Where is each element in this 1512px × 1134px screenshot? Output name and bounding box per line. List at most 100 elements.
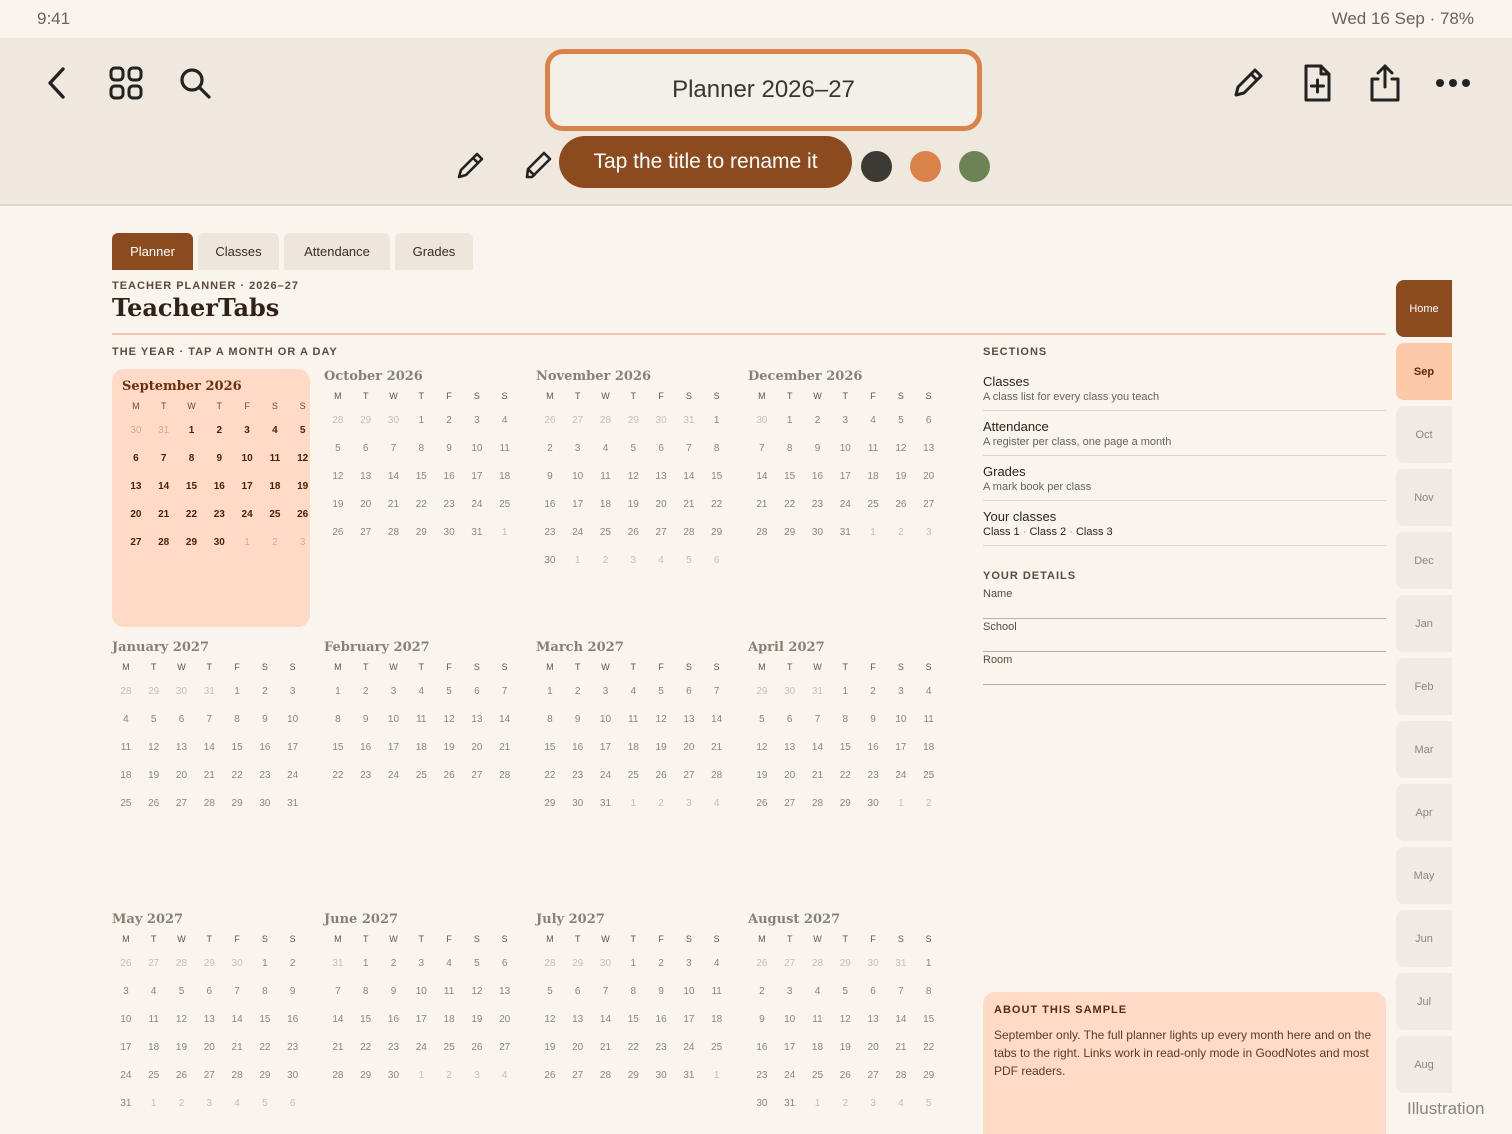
day-cell[interactable]: 2: [748, 986, 776, 1014]
day-cell[interactable]: 15: [619, 1014, 647, 1042]
search-icon[interactable]: [171, 59, 219, 107]
day-cell[interactable]: 10: [564, 471, 592, 499]
day-cell[interactable]: 7: [703, 686, 731, 714]
day-cell[interactable]: 22: [619, 1042, 647, 1070]
day-cell[interactable]: 5: [168, 986, 196, 1014]
day-cell[interactable]: 28: [491, 770, 519, 798]
day-cell[interactable]: 28: [703, 770, 731, 798]
day-cell[interactable]: 6: [647, 443, 675, 471]
day-cell[interactable]: 30: [279, 1070, 307, 1098]
color-swatch-orange[interactable]: [910, 151, 941, 182]
day-cell[interactable]: 10: [831, 443, 859, 471]
day-cell[interactable]: 5: [887, 415, 915, 443]
day-cell[interactable]: 18: [619, 742, 647, 770]
day-cell[interactable]: 13: [776, 742, 804, 770]
day-cell[interactable]: 5: [536, 986, 564, 1014]
side-tab-jul[interactable]: Jul: [1396, 973, 1452, 1030]
day-cell[interactable]: 8: [703, 443, 731, 471]
day-cell[interactable]: 13: [564, 1014, 592, 1042]
day-cell[interactable]: 15: [178, 481, 206, 509]
add-page-icon[interactable]: [1293, 59, 1341, 107]
tab-attendance[interactable]: Attendance: [284, 233, 390, 270]
month-calendar-october-2026[interactable]: October 2026 M T W T F S S 28 29 30 1 2 3 4 5 6 7 8 9 10 11 12…: [324, 369, 524, 555]
day-cell[interactable]: 22: [831, 770, 859, 798]
day-cell[interactable]: 10: [233, 453, 261, 481]
day-cell[interactable]: 29: [831, 798, 859, 826]
day-cell[interactable]: 19: [168, 1042, 196, 1070]
color-swatch-dark[interactable]: [861, 151, 892, 182]
day-cell[interactable]: 18: [140, 1042, 168, 1070]
day-cell[interactable]: 24: [831, 499, 859, 527]
section-link-classes[interactable]: Classes A class list for every class you…: [983, 374, 1386, 411]
day-cell[interactable]: 1: [536, 686, 564, 714]
day-cell[interactable]: 17: [279, 742, 307, 770]
day-cell[interactable]: 22: [178, 509, 206, 537]
day-cell[interactable]: 24: [776, 1070, 804, 1098]
day-cell[interactable]: 16: [380, 1014, 408, 1042]
day-cell[interactable]: 10: [675, 986, 703, 1014]
day-cell[interactable]: 30: [205, 537, 233, 565]
day-cell[interactable]: 30: [435, 527, 463, 555]
day-cell[interactable]: 29: [178, 537, 206, 565]
day-cell[interactable]: 11: [619, 714, 647, 742]
day-cell[interactable]: 21: [380, 499, 408, 527]
day-cell[interactable]: 2: [251, 686, 279, 714]
day-cell[interactable]: 27: [195, 1070, 223, 1098]
day-cell[interactable]: 1: [324, 686, 352, 714]
day-cell[interactable]: 24: [112, 1070, 140, 1098]
day-cell[interactable]: 30: [564, 798, 592, 826]
day-cell[interactable]: 7: [675, 443, 703, 471]
day-cell[interactable]: 15: [324, 742, 352, 770]
day-cell[interactable]: 4: [491, 415, 519, 443]
day-cell[interactable]: 14: [703, 714, 731, 742]
class-link-3[interactable]: Class 3: [1076, 526, 1113, 538]
day-cell[interactable]: 10: [887, 714, 915, 742]
day-cell[interactable]: 31: [831, 527, 859, 555]
day-cell[interactable]: 20: [915, 471, 943, 499]
day-cell[interactable]: 23: [536, 527, 564, 555]
day-cell[interactable]: 23: [564, 770, 592, 798]
day-cell[interactable]: 30: [251, 798, 279, 826]
day-cell[interactable]: 9: [251, 714, 279, 742]
day-cell[interactable]: 3: [564, 443, 592, 471]
day-cell[interactable]: 23: [279, 1042, 307, 1070]
day-cell[interactable]: 8: [324, 714, 352, 742]
month-calendar-april-2027[interactable]: April 2027 M T W T F S S 29 30 31 1 2 3 4 5 6 7 8 9 10 11 12 13…: [748, 640, 948, 826]
day-cell[interactable]: 13: [859, 1014, 887, 1042]
day-cell[interactable]: 12: [619, 471, 647, 499]
day-cell[interactable]: 21: [703, 742, 731, 770]
day-cell[interactable]: 17: [233, 481, 261, 509]
day-cell[interactable]: 28: [592, 1070, 620, 1098]
day-cell[interactable]: 9: [352, 714, 380, 742]
day-cell[interactable]: 25: [703, 1042, 731, 1070]
day-cell[interactable]: 5: [324, 443, 352, 471]
day-cell[interactable]: 3: [592, 686, 620, 714]
day-cell[interactable]: 4: [915, 686, 943, 714]
day-cell[interactable]: 31: [279, 798, 307, 826]
day-cell[interactable]: 27: [859, 1070, 887, 1098]
day-cell[interactable]: 12: [748, 742, 776, 770]
day-cell[interactable]: 6: [168, 714, 196, 742]
day-cell[interactable]: 19: [831, 1042, 859, 1070]
day-cell[interactable]: 28: [195, 798, 223, 826]
back-icon[interactable]: [34, 59, 82, 107]
day-cell[interactable]: 8: [223, 714, 251, 742]
day-cell[interactable]: 4: [703, 958, 731, 986]
day-cell[interactable]: 12: [435, 714, 463, 742]
day-cell[interactable]: 12: [887, 443, 915, 471]
day-cell[interactable]: 27: [491, 1042, 519, 1070]
day-cell[interactable]: 26: [748, 798, 776, 826]
day-cell[interactable]: 19: [324, 499, 352, 527]
day-cell[interactable]: 19: [140, 770, 168, 798]
day-cell[interactable]: 3: [463, 415, 491, 443]
day-cell[interactable]: 30: [536, 555, 564, 583]
day-cell[interactable]: 30: [647, 1070, 675, 1098]
day-cell[interactable]: 21: [592, 1042, 620, 1070]
day-cell[interactable]: 6: [463, 686, 491, 714]
day-cell[interactable]: 7: [592, 986, 620, 1014]
day-cell[interactable]: 15: [536, 742, 564, 770]
day-cell[interactable]: 17: [776, 1042, 804, 1070]
day-cell[interactable]: 17: [380, 742, 408, 770]
day-cell[interactable]: 14: [887, 1014, 915, 1042]
day-cell[interactable]: 27: [915, 499, 943, 527]
